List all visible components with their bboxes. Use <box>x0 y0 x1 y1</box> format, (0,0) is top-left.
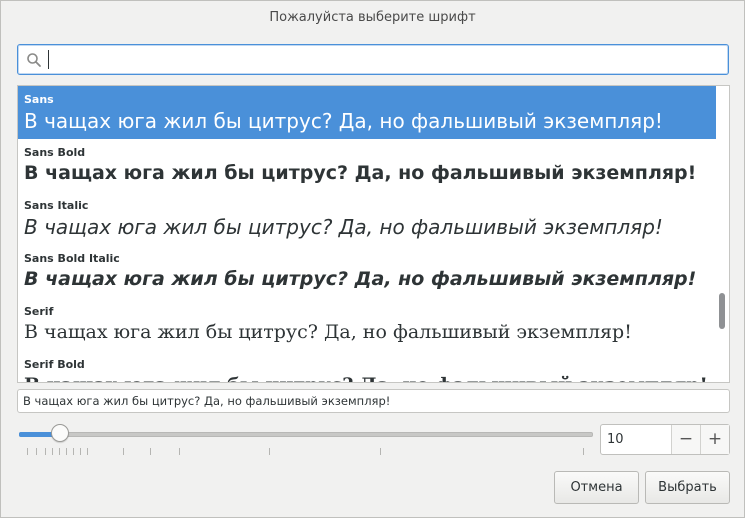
font-chooser-dialog: Пожалуйста выберите шрифт Sans В чащах ю… <box>0 0 745 518</box>
dialog-title: Пожалуйста выберите шрифт <box>269 10 476 25</box>
slider-tick-mark <box>80 448 81 455</box>
cancel-button[interactable]: Отмена <box>554 471 639 504</box>
slider-tick-mark <box>583 448 584 455</box>
font-sample: В чащах юга жил бы цитрус? Да, но фальши… <box>24 109 663 133</box>
slider-tick-mark <box>150 448 151 455</box>
select-button[interactable]: Выбрать <box>645 471 730 504</box>
increase-size-button[interactable]: + <box>700 425 729 454</box>
slider-tick-mark <box>73 448 74 455</box>
slider-tick-mark <box>27 448 28 455</box>
font-row-sans[interactable]: Sans В чащах юга жил бы цитрус? Да, но ф… <box>18 86 716 139</box>
font-name: Sans <box>24 93 54 106</box>
preview-text-field[interactable]: В чащах юга жил бы цитрус? Да, но фальши… <box>17 389 730 413</box>
font-size-spinbutton[interactable]: 10 − + <box>600 424 730 455</box>
font-row-serif[interactable]: Serif В чащах юга жил бы цитрус? Да, но … <box>18 298 716 351</box>
search-icon <box>27 53 41 67</box>
slider-tick-mark <box>123 448 124 455</box>
search-input[interactable] <box>17 44 729 75</box>
decrease-size-button[interactable]: − <box>671 425 700 454</box>
slider-tick-mark <box>269 448 270 455</box>
slider-tick-mark <box>66 448 67 455</box>
font-sample: В чащах юга жил бы цитрус? Да, но фальши… <box>24 321 632 343</box>
font-sample: В чащах юга жил бы цитрус? Да, но фальши… <box>24 268 697 290</box>
font-size-value: 10 <box>607 432 624 447</box>
preview-text: В чащах юга жил бы цитрус? Да, но фальши… <box>23 394 391 408</box>
font-list[interactable]: Sans В чащах юга жил бы цитрус? Да, но ф… <box>17 85 730 383</box>
font-name: Serif <box>24 305 54 318</box>
slider-track[interactable] <box>19 432 593 437</box>
scrollbar-thumb[interactable] <box>719 293 725 329</box>
font-name: Serif Bold <box>24 358 85 371</box>
slider-tick-mark <box>380 448 381 455</box>
font-list-scrollbar[interactable] <box>716 86 729 382</box>
slider-tick-mark <box>87 448 88 455</box>
slider-tick-mark <box>45 448 46 455</box>
font-row-sans-italic[interactable]: Sans Italic В чащах юга жил бы цитрус? Д… <box>18 192 716 245</box>
font-size-slider[interactable] <box>19 421 593 461</box>
font-row-sans-bold-italic[interactable]: Sans Bold Italic В чащах юга жил бы цитр… <box>18 245 716 298</box>
text-cursor <box>48 50 49 69</box>
font-row-serif-bold[interactable]: Serif Bold В чащах юга жил бы цитрус? Да… <box>18 351 716 382</box>
font-row-sans-bold[interactable]: Sans Bold В чащах юга жил бы цитрус? Да,… <box>18 139 716 192</box>
slider-tick-mark <box>59 448 60 455</box>
font-name: Sans Bold Italic <box>24 252 120 265</box>
font-sample: В чащах юга жил бы цитрус? Да, но фальши… <box>24 162 697 184</box>
slider-handle[interactable] <box>51 424 69 442</box>
slider-tick-mark <box>179 448 180 455</box>
font-name: Sans Bold <box>24 146 86 159</box>
slider-tick-mark <box>52 448 53 455</box>
font-sample: В чащах юга жил бы цитрус? Да, но фальши… <box>24 215 663 239</box>
font-name: Sans Italic <box>24 199 89 212</box>
slider-tick-mark <box>36 448 37 455</box>
font-sample: В чащах юга жил бы цитрус? Да, но фальши… <box>24 374 708 382</box>
